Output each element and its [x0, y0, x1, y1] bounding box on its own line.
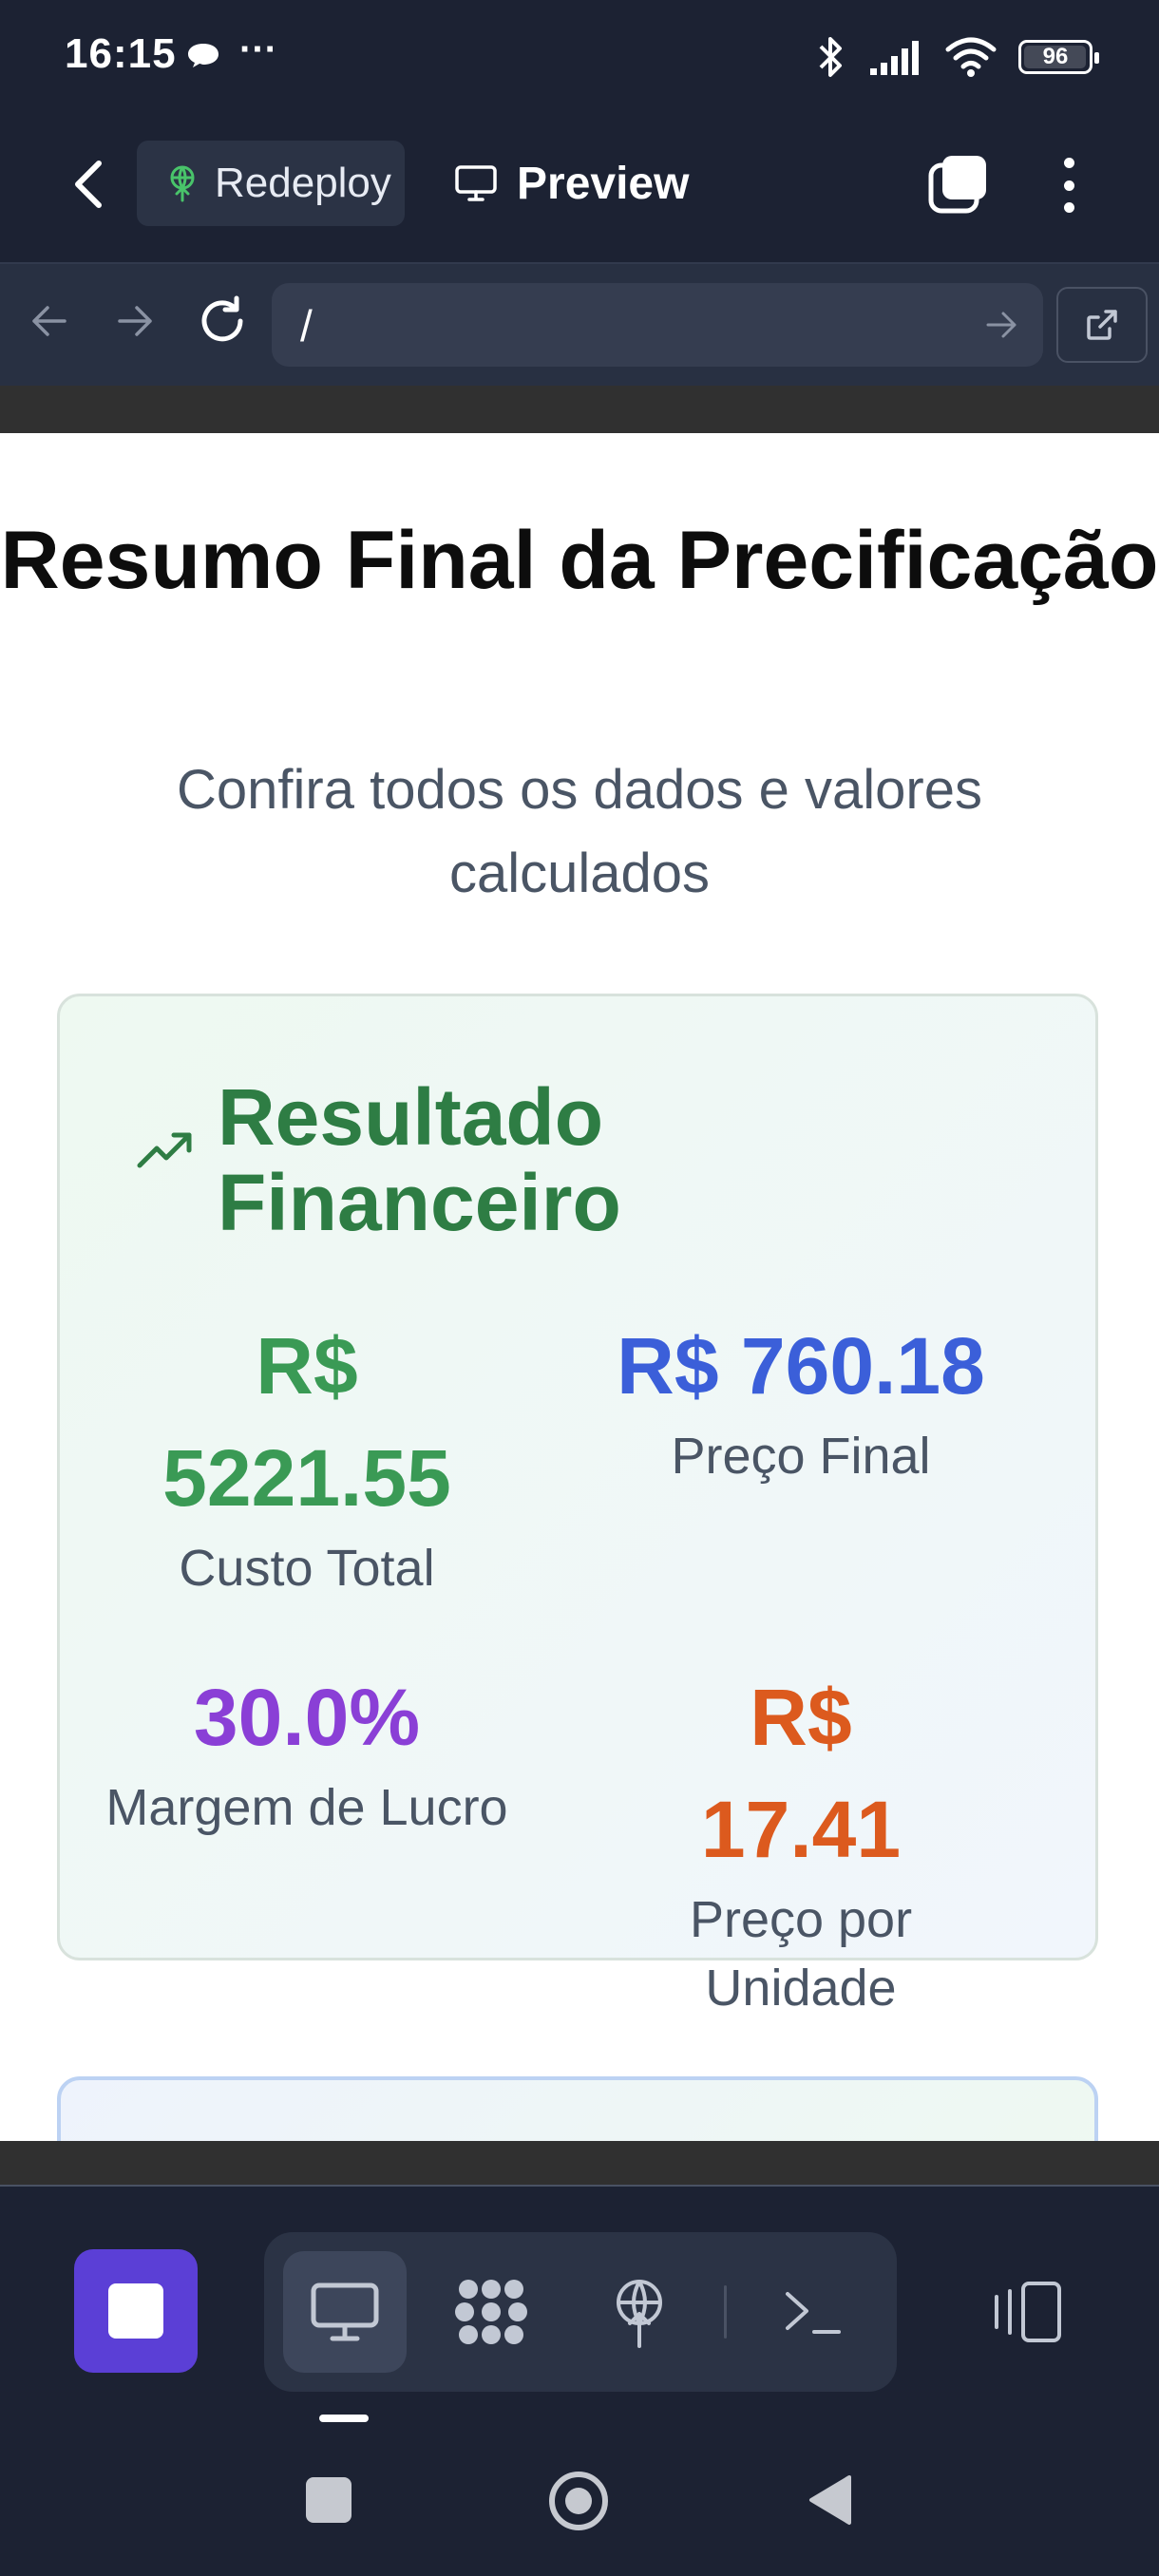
- loading-strip: [0, 386, 1159, 433]
- open-external-button[interactable]: [1056, 287, 1148, 363]
- status-time: 16:15: [65, 30, 177, 77]
- metric-value: R$ 5221.55: [162, 1321, 451, 1523]
- webview: Resumo Final da Precificação Confira tod…: [0, 433, 1159, 2141]
- financial-result-card: Resultado Financeiro R$ 5221.55 Custo To…: [57, 994, 1098, 2017]
- arrow-right-icon: [118, 306, 152, 336]
- redeploy-button[interactable]: Redeploy: [137, 141, 405, 226]
- card-header: Resultado Financeiro: [136, 1074, 712, 1245]
- recents-button[interactable]: [306, 2477, 352, 2523]
- deploy-icon: [617, 2280, 662, 2348]
- go-arrow-icon[interactable]: [982, 306, 1020, 344]
- content-bottom-strip: [0, 2141, 1159, 2185]
- metric-unit-price: R$ 17.41 Preço por Unidade: [649, 1661, 953, 2022]
- browser-back-button[interactable]: [21, 293, 78, 350]
- page-subtitle: Confira todos os dados e valores calcula…: [177, 759, 982, 904]
- url-text: /: [300, 301, 313, 350]
- metric-label: Custo Total: [179, 1540, 435, 1597]
- reload-icon: [201, 295, 243, 342]
- battery-icon: 96: [1018, 40, 1099, 74]
- metric-label: Preço Final: [671, 1428, 931, 1485]
- page-title: Resumo Final da Precificação: [0, 515, 1159, 606]
- more-vertical-icon[interactable]: [1045, 152, 1092, 218]
- desktop-icon: [311, 2282, 379, 2341]
- stop-icon: [108, 2283, 163, 2339]
- chat-bubble-icon: [188, 44, 218, 67]
- drag-handle[interactable]: [319, 2415, 369, 2422]
- deploy-button[interactable]: [578, 2251, 701, 2373]
- tabs-icon[interactable]: [925, 152, 992, 218]
- app-toolbar: Redeploy Preview: [0, 123, 1159, 262]
- metric-value: 30.0%: [193, 1673, 421, 1762]
- browser-bar: /: [0, 264, 1159, 386]
- desktop-button[interactable]: [283, 2251, 407, 2373]
- tool-separator: [724, 2285, 727, 2339]
- apps-grid-icon: [455, 2280, 527, 2344]
- split-view-button[interactable]: [984, 2274, 1070, 2350]
- back-arrow-icon: [75, 161, 102, 208]
- redeploy-label: Redeploy: [215, 160, 391, 206]
- reload-button[interactable]: [194, 293, 251, 350]
- preview-tab[interactable]: Preview: [454, 141, 689, 226]
- status-bar: 16:15 ··· 96: [0, 0, 1159, 114]
- tool-group: [264, 2232, 897, 2392]
- monitor-icon: [455, 165, 497, 201]
- stop-button[interactable]: [74, 2249, 198, 2373]
- status-more: ···: [239, 28, 277, 70]
- wifi-icon: [945, 37, 997, 77]
- trending-up-icon: [137, 1132, 192, 1168]
- arrow-left-icon: [32, 306, 66, 336]
- metric-label: Preço por Unidade: [689, 1891, 913, 2017]
- metric-profit-margin: 30.0% Margem de Lucro: [98, 1661, 516, 1842]
- bluetooth-icon: [819, 37, 842, 77]
- android-back-button[interactable]: [808, 2473, 853, 2527]
- browser-forward-button[interactable]: [106, 293, 163, 350]
- metric-total-cost: R$ 5221.55 Custo Total: [126, 1310, 487, 1602]
- metric-value: R$ 760.18: [617, 1321, 985, 1411]
- apps-button[interactable]: [429, 2251, 553, 2373]
- home-button[interactable]: [547, 2470, 610, 2532]
- card-title: Resultado Financeiro: [218, 1072, 621, 1247]
- terminal-button[interactable]: [750, 2251, 874, 2373]
- split-view-icon: [995, 2282, 1061, 2342]
- next-card: [57, 2076, 1098, 2141]
- back-button[interactable]: [63, 156, 116, 213]
- external-link-icon: [1087, 310, 1117, 340]
- signal-icon: [870, 41, 919, 75]
- metric-value: R$ 17.41: [700, 1673, 902, 1874]
- dock-divider: [0, 2185, 1159, 2187]
- terminal-icon: [786, 2292, 841, 2334]
- battery-level: 96: [1042, 44, 1069, 69]
- metric-label: Margem de Lucro: [105, 1779, 508, 1836]
- url-input[interactable]: /: [272, 283, 1043, 367]
- metric-final-price: R$ 760.18 Preço Final: [601, 1310, 1000, 1490]
- deploy-icon: [170, 165, 195, 202]
- status-icons: 96: [815, 34, 1099, 80]
- preview-label: Preview: [517, 158, 690, 209]
